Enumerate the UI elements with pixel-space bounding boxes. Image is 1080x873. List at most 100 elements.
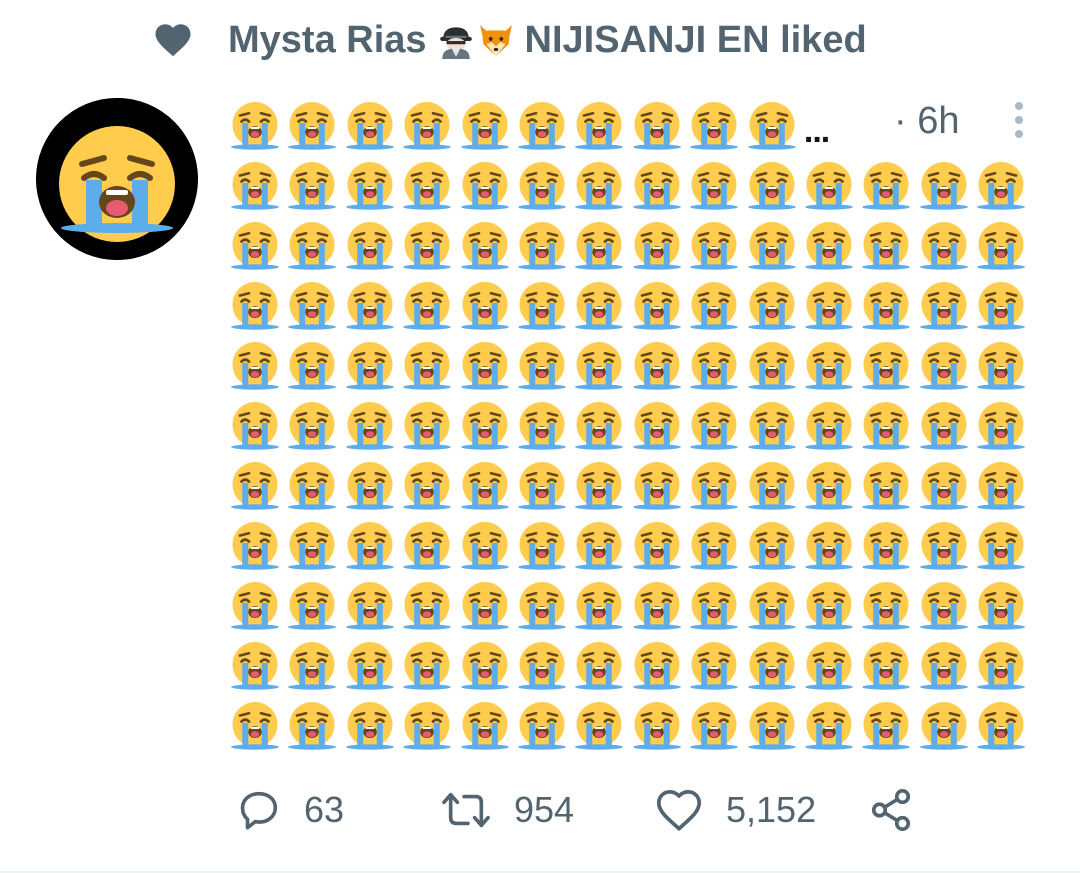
loudly-crying-face-icon xyxy=(977,462,1026,510)
reply-icon xyxy=(240,791,278,830)
social-context[interactable]: Mysta Rias NIJISANJI EN liked xyxy=(152,14,867,66)
loudly-crying-face-icon xyxy=(977,642,1026,690)
loudly-crying-face-icon xyxy=(460,342,509,390)
loudly-crying-face-icon xyxy=(517,342,566,390)
loudly-crying-face-icon xyxy=(517,222,566,270)
loudly-crying-face-icon xyxy=(804,222,853,270)
loudly-crying-face-icon xyxy=(862,222,911,270)
loudly-crying-face-icon xyxy=(747,462,796,510)
loudly-crying-face-icon xyxy=(517,642,566,690)
tweet-timestamp[interactable]: · 6h xyxy=(894,100,959,143)
tweet-actions: 63 954 5,152 xyxy=(232,780,932,840)
loudly-crying-face-icon xyxy=(747,162,796,210)
more-vertical-icon[interactable] xyxy=(1008,100,1030,140)
loudly-crying-face-icon xyxy=(690,702,739,750)
loudly-crying-face-icon xyxy=(460,162,509,210)
loudly-crying-face-icon xyxy=(632,162,681,210)
loudly-crying-face-icon xyxy=(977,702,1026,750)
loudly-crying-face-icon xyxy=(288,702,337,750)
loudly-crying-face-icon xyxy=(632,282,681,330)
loudly-crying-face-icon xyxy=(804,342,853,390)
loudly-crying-face-icon xyxy=(231,522,279,570)
loudly-crying-face-icon xyxy=(288,222,337,270)
loudly-crying-face-icon xyxy=(288,102,337,150)
loudly-crying-face-icon xyxy=(804,522,853,570)
loudly-crying-face-icon xyxy=(690,162,739,210)
loudly-crying-face-icon xyxy=(575,642,624,690)
loudly-crying-face-icon xyxy=(632,642,681,690)
loudly-crying-face-icon xyxy=(575,162,624,210)
loudly-crying-face-icon xyxy=(288,522,337,570)
loudly-crying-face-icon xyxy=(632,342,681,390)
loudly-crying-face-icon xyxy=(288,282,337,330)
loudly-crying-face-icon xyxy=(977,222,1026,270)
loudly-crying-face-icon xyxy=(747,222,796,270)
loudly-crying-face-icon xyxy=(517,102,566,150)
loudly-crying-face-icon xyxy=(460,462,509,510)
loudly-crying-face-icon xyxy=(517,522,566,570)
avatar[interactable] xyxy=(36,98,198,260)
loudly-crying-face-icon xyxy=(575,702,624,750)
loudly-crying-face-icon xyxy=(517,582,566,630)
loudly-crying-face-icon xyxy=(862,702,911,750)
loudly-crying-face-icon xyxy=(288,402,337,450)
loudly-crying-face-icon xyxy=(345,402,394,450)
loudly-crying-face-icon xyxy=(231,162,279,210)
loudly-crying-face-icon xyxy=(690,282,739,330)
loudly-crying-face-icon xyxy=(345,462,394,510)
loudly-crying-face-icon xyxy=(919,522,968,570)
loudly-crying-face-icon xyxy=(804,582,853,630)
heart-icon xyxy=(155,24,191,57)
emoji-row xyxy=(228,336,1031,396)
loudly-crying-face-icon xyxy=(345,282,394,330)
loudly-crying-face-icon xyxy=(517,462,566,510)
loudly-crying-face-icon xyxy=(403,522,452,570)
emoji-row xyxy=(228,276,1031,336)
truncation-ellipsis: ... xyxy=(803,111,830,150)
loudly-crying-face-icon xyxy=(632,702,681,750)
loudly-crying-face-icon xyxy=(460,582,509,630)
loudly-crying-face-icon xyxy=(862,402,911,450)
share-button[interactable] xyxy=(868,780,914,840)
loudly-crying-face-icon xyxy=(804,462,853,510)
loudly-crying-face-icon xyxy=(345,582,394,630)
loudly-crying-face-icon xyxy=(747,402,796,450)
loudly-crying-face-icon xyxy=(575,102,624,150)
loudly-crying-face-icon xyxy=(231,642,279,690)
loudly-crying-face-icon xyxy=(460,282,509,330)
loudly-crying-face-icon xyxy=(517,282,566,330)
loudly-crying-face-icon xyxy=(345,702,394,750)
loudly-crying-face-icon xyxy=(690,462,739,510)
loudly-crying-face-icon xyxy=(804,702,853,750)
loudly-crying-face-icon xyxy=(575,282,624,330)
liker-name[interactable]: Mysta Rias xyxy=(228,19,427,62)
loudly-crying-face-icon xyxy=(804,642,853,690)
loudly-crying-face-icon xyxy=(919,642,968,690)
social-context-text: Mysta Rias NIJISANJI EN liked xyxy=(228,19,867,62)
loudly-crying-face-icon xyxy=(517,702,566,750)
like-button[interactable]: 5,152 xyxy=(654,780,816,840)
tweet-text: ... xyxy=(228,96,1031,756)
loudly-crying-face-icon xyxy=(403,222,452,270)
loudly-crying-face-icon xyxy=(690,342,739,390)
loudly-crying-face-icon xyxy=(977,522,1026,570)
loudly-crying-face-icon xyxy=(977,402,1026,450)
loudly-crying-face-icon xyxy=(804,162,853,210)
loudly-crying-face-icon xyxy=(403,462,452,510)
loudly-crying-face-icon xyxy=(919,702,968,750)
loudly-crying-face-icon xyxy=(977,342,1026,390)
reply-button[interactable]: 63 xyxy=(236,780,344,840)
loudly-crying-face-icon xyxy=(862,342,911,390)
loudly-crying-face-icon xyxy=(919,582,968,630)
loudly-crying-face-icon xyxy=(403,582,452,630)
loudly-crying-face-icon xyxy=(345,642,394,690)
retweet-icon xyxy=(442,792,490,828)
loudly-crying-face-icon xyxy=(862,282,911,330)
loudly-crying-face-icon xyxy=(403,282,452,330)
emoji-row xyxy=(228,396,1031,456)
liked-suffix: NIJISANJI EN liked xyxy=(524,18,867,61)
loudly-crying-face-icon xyxy=(517,402,566,450)
timestamp-label: · 6h xyxy=(894,100,960,142)
loudly-crying-face-icon xyxy=(862,462,911,510)
retweet-button[interactable]: 954 xyxy=(440,780,574,840)
